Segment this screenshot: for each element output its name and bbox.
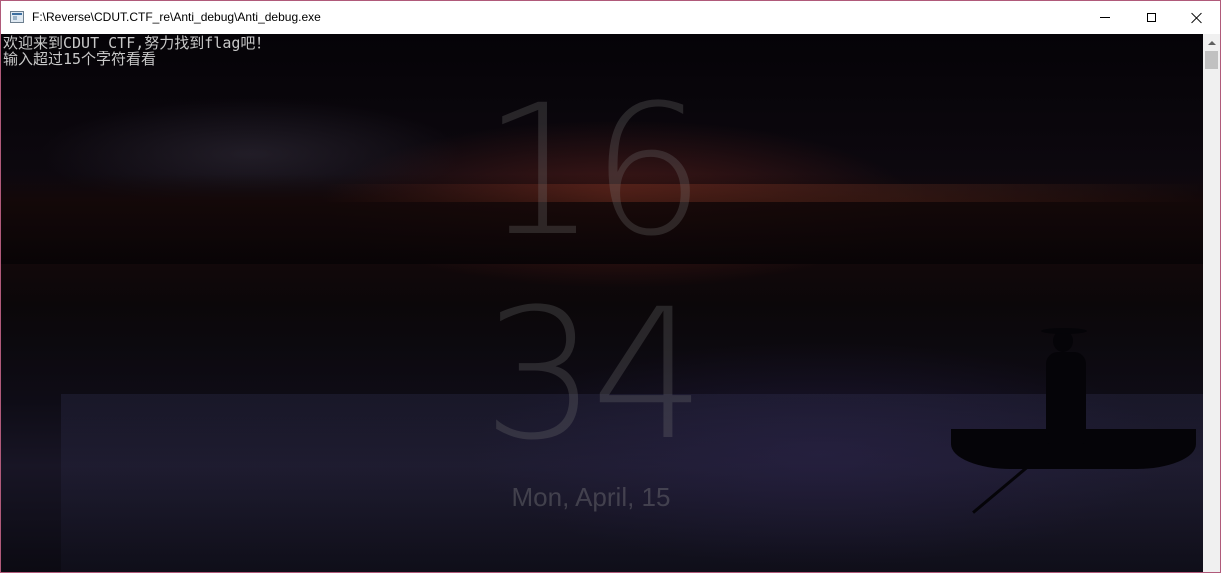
- vertical-scrollbar[interactable]: [1203, 34, 1220, 572]
- wallpaper-date: Mon, April, 15: [511, 482, 671, 512]
- console-line-welcome: 欢迎来到CDUT_CTF,努力找到flag吧！: [3, 34, 271, 52]
- close-button[interactable]: [1174, 1, 1220, 34]
- title-bar[interactable]: F:\Reverse\CDUT.CTF_re\Anti_debug\Anti_d…: [1, 1, 1220, 34]
- wallpaper-clock-hour: 16: [482, 67, 705, 276]
- scroll-up-button[interactable]: [1203, 34, 1220, 51]
- console-output-area[interactable]: 16 34 Mon, April, 15 欢迎来到CDUT_CTF,努力找到fl…: [1, 34, 1203, 572]
- console-line-prompt: 输入超过15个字符看看: [3, 50, 157, 68]
- minimize-icon: [1100, 17, 1110, 18]
- maximize-icon: [1146, 13, 1156, 22]
- minimize-button[interactable]: [1082, 1, 1128, 34]
- console-app-icon[interactable]: [10, 11, 24, 23]
- chevron-up-icon: [1207, 40, 1216, 45]
- wallpaper-clock-minute: 34: [482, 271, 705, 480]
- console-window: F:\Reverse\CDUT.CTF_re\Anti_debug\Anti_d…: [0, 0, 1221, 573]
- window-title: F:\Reverse\CDUT.CTF_re\Anti_debug\Anti_d…: [32, 10, 321, 24]
- console-text: 欢迎来到CDUT_CTF,努力找到flag吧！ 输入超过15个字符看看: [3, 35, 270, 67]
- maximize-button[interactable]: [1128, 1, 1174, 34]
- close-icon: [1191, 12, 1203, 24]
- boatman-hat: [1041, 328, 1087, 334]
- wallpaper-horizon-glow: [321, 184, 1201, 202]
- scroll-thumb[interactable]: [1205, 51, 1218, 69]
- boatman-body: [1046, 352, 1086, 444]
